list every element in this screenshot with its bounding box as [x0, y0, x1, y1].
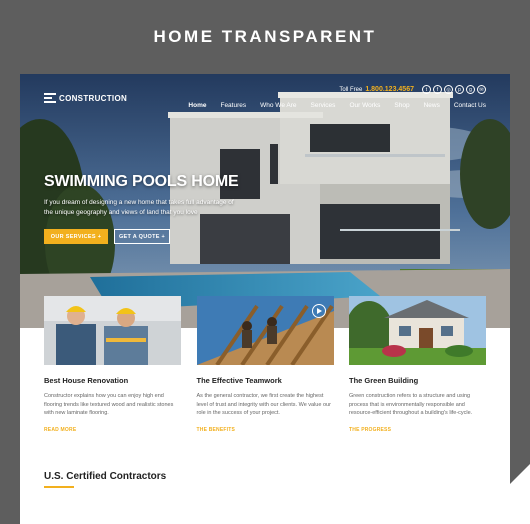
card-text: As the general contractor, we first crea…: [196, 393, 331, 416]
social-links: t f ◎ p g ✉: [420, 85, 486, 94]
section-title: U.S. Certified Contractors: [44, 471, 167, 482]
toll-free-label: Toll Free: [339, 86, 363, 93]
nav-our-works[interactable]: Our Works: [349, 102, 380, 109]
logo-text: CONSTRUCTION: [59, 93, 128, 103]
green-house-image: [349, 296, 486, 365]
card-house-renovation: Best House Renovation Constructor explai…: [44, 296, 181, 433]
nav-features[interactable]: Features: [220, 102, 246, 109]
workers-image: [44, 296, 181, 365]
card-link-the-benefits[interactable]: THE BENEFITS: [197, 427, 334, 433]
instagram-icon[interactable]: ◎: [444, 85, 453, 94]
play-icon[interactable]: [311, 304, 326, 318]
website-preview: CONSTRUCTION Toll Free 1.800.123.4567 t …: [20, 74, 510, 524]
twitter-icon[interactable]: t: [422, 85, 431, 94]
facebook-icon[interactable]: f: [433, 85, 442, 94]
site-logo[interactable]: CONSTRUCTION: [44, 93, 127, 103]
section-band: [20, 452, 510, 524]
promo-stage: HOME TRANSPARENT CONSTRUCTION Toll Free …: [0, 0, 530, 524]
nav-news[interactable]: News: [424, 102, 440, 109]
nav-who-we-are[interactable]: Who We Are: [260, 102, 296, 109]
card-title[interactable]: Best House Renovation: [44, 376, 181, 385]
hero-subtitle: If you dream of designing a new home tha…: [44, 199, 234, 216]
nav-services[interactable]: Services: [311, 102, 336, 109]
email-icon[interactable]: ✉: [477, 85, 486, 94]
card-image[interactable]: [349, 296, 486, 365]
section-title-underline: [44, 486, 74, 488]
card-image[interactable]: [196, 296, 334, 365]
card-effective-teamwork: The Effective Teamwork As the general co…: [196, 296, 334, 433]
nav-home[interactable]: Home: [188, 102, 206, 109]
feature-cards: Best House Renovation Constructor explai…: [44, 296, 486, 433]
phone-number[interactable]: 1.800.123.4567: [365, 86, 414, 93]
hero-title: SWIMMING POOLS HOME: [44, 173, 239, 190]
logo-icon: [44, 93, 56, 103]
google-plus-icon[interactable]: g: [466, 85, 475, 94]
nav-contact-us[interactable]: Contact Us: [454, 102, 486, 109]
our-services-button[interactable]: OUR SERVICES +: [44, 229, 108, 244]
hero-section: CONSTRUCTION Toll Free 1.800.123.4567 t …: [20, 74, 510, 328]
decorative-corner: [470, 464, 530, 524]
card-green-building: The Green Building Green construction re…: [349, 296, 486, 433]
card-title[interactable]: The Green Building: [349, 376, 486, 385]
card-title[interactable]: The Effective Teamwork: [197, 376, 334, 385]
get-a-quote-button[interactable]: GET A QUOTE +: [114, 229, 170, 244]
card-image[interactable]: [44, 296, 181, 365]
main-nav: Home Features Who We Are Services Our Wo…: [174, 102, 486, 109]
card-text: Green construction refers to a structure…: [349, 393, 473, 416]
promo-title: HOME TRANSPARENT: [153, 27, 377, 46]
pinterest-icon[interactable]: p: [455, 85, 464, 94]
nav-shop[interactable]: Shop: [394, 102, 409, 109]
card-link-read-more[interactable]: READ MORE: [44, 427, 181, 433]
card-text: Constructor explains how you can enjoy h…: [44, 393, 174, 416]
top-contact-bar: Toll Free 1.800.123.4567 t f ◎ p g ✉: [339, 85, 486, 94]
card-link-the-progress[interactable]: THE PROGRESS: [349, 427, 486, 433]
